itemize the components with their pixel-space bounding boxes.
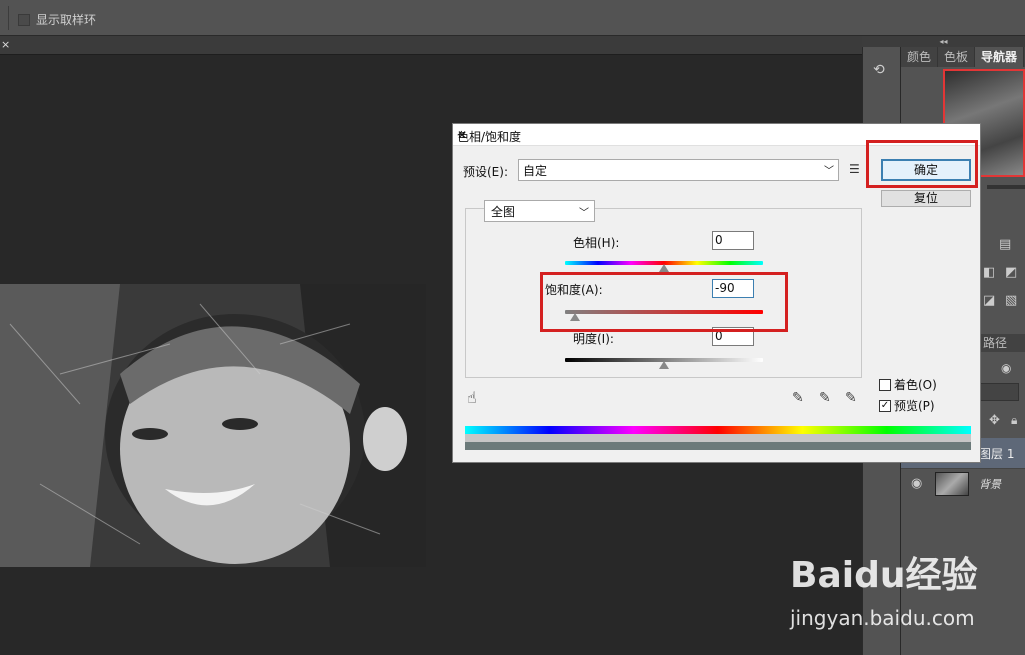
layer-row[interactable]: ◉ 背景	[901, 468, 1025, 498]
lightness-slider-handle[interactable]	[659, 361, 669, 369]
chevron-down-icon: ﹀	[824, 166, 834, 177]
panel-tabs: 颜色 色板 导航器	[901, 47, 1025, 67]
layer-name: 图层 1	[979, 447, 1015, 461]
bw-icon[interactable]: ◧	[983, 265, 995, 280]
layer-name: 背景	[979, 478, 1001, 491]
portrait-illustration	[0, 284, 426, 567]
preset-value: 自定	[523, 164, 548, 178]
hue-slider-handle[interactable]	[659, 264, 669, 272]
eyedropper-minus-icon[interactable]: ✎	[845, 390, 857, 406]
watermark-url: jingyan.baidu.com	[790, 606, 975, 630]
reset-button[interactable]: 复位	[881, 190, 971, 207]
output-color-bar	[465, 442, 971, 450]
levels-icon[interactable]: ▤	[999, 237, 1011, 252]
colorize-option[interactable]: 着色(O)	[879, 376, 937, 393]
options-bar: 显示取样环	[0, 0, 1025, 36]
preset-select[interactable]: 自定 ﹀	[518, 159, 839, 181]
colorize-checkbox[interactable]	[879, 378, 891, 391]
hue-input[interactable]: 0	[712, 231, 754, 250]
watermark-brand: Baidu经验	[790, 555, 978, 596]
move-icon[interactable]: ✥	[989, 413, 1000, 428]
invert-icon[interactable]: ◪	[983, 293, 995, 308]
collapse-panels-icon[interactable]: ◂◂	[862, 36, 1025, 47]
adjusted-color-bar	[465, 434, 971, 442]
layer-thumbnail	[935, 472, 969, 496]
history-icon[interactable]: ⟲	[873, 62, 891, 80]
preset-options-icon[interactable]: ☰	[849, 162, 860, 176]
photo-filter-icon[interactable]: ◩	[1005, 265, 1017, 280]
visibility-eye-icon[interactable]: ◉	[911, 476, 922, 491]
channel-value: 全图	[491, 205, 516, 219]
lock-icon[interactable]: 🔒︎	[1011, 413, 1017, 428]
preview-option[interactable]: ✓ 预览(P)	[879, 397, 935, 414]
tab-swatches[interactable]: 色板	[938, 47, 976, 67]
sample-ring-checkbox[interactable]	[18, 13, 30, 26]
lightness-label: 明度(I):	[573, 332, 614, 346]
tab-navigator[interactable]: 导航器	[975, 47, 1025, 67]
input-color-bar	[465, 426, 971, 434]
watermark: Baidu经验 jingyan.baidu.com	[790, 546, 1020, 646]
sample-ring-option[interactable]: 显示取样环	[18, 11, 96, 28]
hue-label: 色相(H):	[573, 236, 620, 250]
gradient-map-icon[interactable]: ▧	[1005, 293, 1017, 308]
preview-checkbox[interactable]: ✓	[879, 399, 891, 412]
document-image[interactable]	[0, 284, 426, 567]
options-separator	[8, 6, 9, 30]
target-adjustment-hand-icon[interactable]: ☝	[467, 388, 477, 407]
eyedropper-icon[interactable]: ✎	[792, 390, 804, 406]
highlight-saturation	[540, 272, 788, 332]
channel-select[interactable]: 全图 ﹀	[484, 200, 595, 222]
preset-label: 预设(E):	[463, 165, 508, 179]
document-tab-bar: ×	[0, 36, 862, 55]
tab-color[interactable]: 颜色	[901, 47, 939, 67]
highlight-ok-button	[866, 140, 978, 188]
close-tab-icon[interactable]: ×	[1, 38, 10, 51]
chevron-down-icon: ﹀	[579, 208, 589, 219]
sample-ring-label: 显示取样环	[36, 13, 97, 27]
navigator-zoom-slider[interactable]	[987, 185, 1025, 189]
eyedropper-plus-icon[interactable]: ✎	[819, 390, 831, 406]
close-icon[interactable]: ✕	[457, 128, 467, 142]
colorize-label: 着色(O)	[894, 378, 937, 392]
layer-filter-icon[interactable]: ◉	[1001, 361, 1011, 375]
blend-mode-select[interactable]	[979, 383, 1019, 401]
preview-label: 预览(P)	[894, 399, 935, 413]
